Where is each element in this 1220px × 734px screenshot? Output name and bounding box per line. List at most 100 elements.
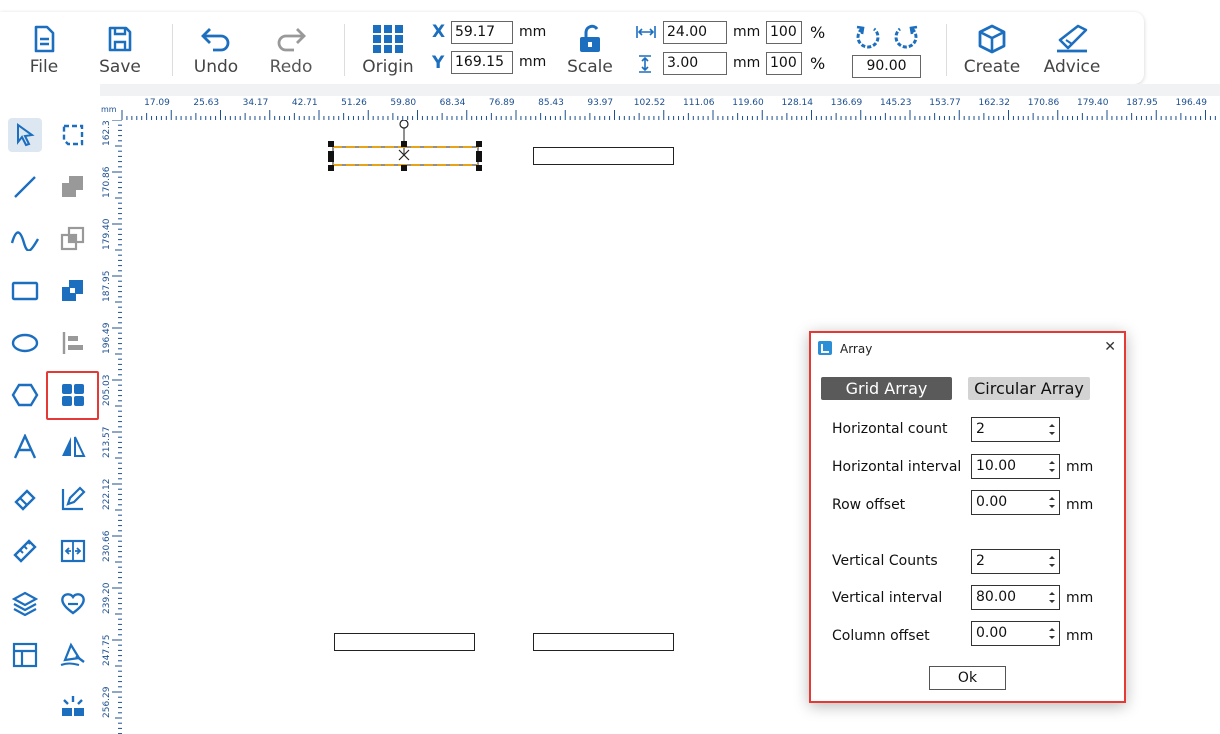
save-button[interactable]: Save (88, 20, 152, 82)
advice-button[interactable]: Advice (1040, 20, 1104, 82)
shape-tool[interactable] (56, 586, 90, 620)
height-icon (639, 55, 651, 73)
y-position-field[interactable]: 169.15 (451, 51, 513, 74)
horizontal-count-input[interactable]: 2 (971, 417, 1060, 442)
origin-grid-icon (373, 25, 403, 53)
tab-grid-array[interactable]: Grid Array (821, 377, 952, 400)
horizontal-interval-input[interactable]: 10.00 (971, 454, 1060, 479)
ruler-label: 170.86 (1027, 98, 1060, 108)
main-toolbar: File Save Undo Redo Origin X 59.17 mm Y … (0, 12, 1144, 84)
spin-arrows-icon[interactable] (1048, 553, 1056, 570)
row-offset-unit: mm (1066, 497, 1094, 513)
ruler-label: 187.95 (102, 270, 112, 303)
pointer-icon (17, 123, 35, 147)
dialog-title-bar[interactable]: Array ✕ (811, 333, 1124, 363)
ok-button[interactable]: Ok (929, 666, 1006, 690)
hexagon-icon (11, 383, 39, 407)
rectangle-tool[interactable] (8, 274, 42, 308)
pen-tool[interactable] (56, 638, 90, 672)
spin-arrows-icon[interactable] (1048, 458, 1056, 475)
height-percent-field[interactable]: 100 (766, 52, 802, 75)
distribute-tool[interactable] (56, 534, 90, 568)
overlap-fill-icon (62, 176, 83, 197)
combine-tool[interactable] (56, 274, 90, 308)
ruler-label: 136.69 (830, 98, 863, 108)
distribute-icon (60, 539, 86, 563)
scale-lock-button[interactable]: Scale (558, 20, 622, 82)
select-tool[interactable] (8, 118, 42, 152)
fill-tool[interactable] (56, 170, 90, 204)
close-icon[interactable]: ✕ (1104, 339, 1116, 355)
x-axis-label: X (432, 22, 446, 42)
height-percent-sign: % (810, 54, 826, 73)
duplicate-tool[interactable] (56, 222, 90, 256)
ruler-label: 162.32 (978, 98, 1011, 108)
text-tool[interactable] (8, 430, 42, 464)
ellipse-icon (11, 333, 39, 353)
node-edit-tool[interactable] (56, 118, 90, 152)
ruler-label: 42.71 (291, 98, 318, 108)
redo-button[interactable]: Redo (259, 20, 323, 82)
ruler-label: 222.12 (102, 478, 112, 511)
save-label: Save (99, 57, 141, 77)
tab-circular-array[interactable]: Circular Array (968, 377, 1090, 400)
ruler-label: 187.95 (1126, 98, 1158, 108)
rotation-field[interactable]: 90.00 (852, 55, 921, 78)
line-icon (14, 176, 36, 198)
node-edit-icon (62, 124, 84, 146)
horizontal-interval-unit: mm (1066, 459, 1094, 475)
light-tool[interactable] (56, 690, 90, 724)
advice-label: Advice (1043, 57, 1101, 77)
align-tool[interactable] (56, 326, 90, 360)
mirror-tool[interactable] (56, 430, 90, 464)
origin-button[interactable]: Origin (356, 20, 420, 82)
width-field[interactable]: 24.00 (663, 21, 727, 44)
combine-icon (62, 280, 83, 301)
layout-tool[interactable] (8, 638, 42, 672)
vertical-interval-input[interactable]: 80.00 (971, 585, 1060, 610)
layers-tool[interactable] (8, 586, 42, 620)
layers-icon (12, 591, 38, 616)
rotate-ccw-icon[interactable] (854, 22, 882, 50)
x-position-field[interactable]: 59.17 (451, 21, 513, 44)
ruler-label: 68.34 (439, 98, 466, 108)
line-tool[interactable] (8, 170, 42, 204)
save-icon (108, 26, 132, 52)
spin-arrows-icon[interactable] (1048, 589, 1056, 606)
spin-arrows-icon[interactable] (1048, 421, 1056, 438)
layout-icon (12, 642, 38, 668)
ellipse-tool[interactable] (8, 326, 42, 360)
width-percent-sign: % (810, 23, 826, 42)
row-offset-value: 0.00 (976, 494, 1008, 510)
array-copy-rectangle[interactable] (533, 633, 674, 651)
cube-icon (978, 24, 1006, 54)
ruler-label: 119.60 (732, 98, 764, 108)
array-tool-highlight (46, 371, 99, 420)
create-button[interactable]: Create (960, 20, 1024, 82)
draw-edit-tool[interactable] (56, 482, 90, 516)
rectangle-icon (11, 281, 39, 301)
curve-tool[interactable] (8, 222, 42, 256)
height-field[interactable]: 3.00 (663, 52, 727, 75)
column-offset-input[interactable]: 0.00 (971, 621, 1060, 646)
row-offset-input[interactable]: 0.00 (971, 490, 1060, 515)
rotate-cw-icon[interactable] (892, 22, 920, 50)
vertical-counts-input[interactable]: 2 (971, 549, 1060, 574)
height-unit: mm (733, 55, 761, 71)
measure-tool[interactable] (8, 534, 42, 568)
scale-label: Scale (567, 57, 613, 77)
array-copy-rectangle[interactable] (533, 147, 674, 165)
array-copy-rectangle[interactable] (334, 633, 475, 651)
polygon-tool[interactable] (8, 378, 42, 412)
file-button[interactable]: File (12, 20, 76, 82)
rotate-handle[interactable] (399, 120, 409, 129)
spin-arrows-icon[interactable] (1048, 625, 1056, 642)
spin-arrows-icon[interactable] (1048, 494, 1056, 511)
width-percent-field[interactable]: 100 (766, 21, 802, 44)
advice-icon (1057, 24, 1088, 53)
eraser-tool[interactable] (8, 482, 42, 516)
undo-button[interactable]: Undo (184, 20, 248, 82)
ruler-label: 170.86 (102, 166, 112, 199)
y-unit: mm (519, 54, 547, 70)
app-window: File Save Undo Redo Origin X 59.17 mm Y … (0, 0, 1220, 734)
